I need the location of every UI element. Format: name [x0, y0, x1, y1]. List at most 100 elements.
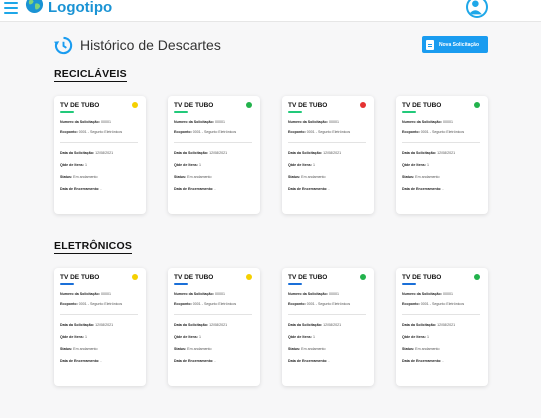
discard-card[interactable]: TV DE TUBO Numero da Solicitação: 00001 Ec… [396, 268, 488, 386]
field-value: - [441, 359, 444, 363]
field-label: Ecoponto: [288, 130, 306, 134]
field-label: Data de Encerramento: [174, 187, 214, 191]
history-icon [54, 36, 73, 54]
field-label: Data da Solicitação: [174, 323, 209, 327]
field-value: 00001 [327, 120, 339, 124]
card-title-underline [402, 283, 416, 285]
field-label: Data de Encerramento: [60, 187, 100, 191]
field-value: 00001 [213, 120, 225, 124]
field-close: Data de Encerramento: - [402, 359, 444, 363]
status-dot-icon [360, 274, 366, 280]
field-value: 0001 - Segunto Eletrônicos [191, 130, 237, 134]
discard-card[interactable]: TV DE TUBO Numero da Solicitação: 00001 Ec… [396, 96, 488, 214]
user-avatar-icon[interactable] [466, 0, 488, 18]
field-date: Data da Solicitação: 12/08/2021 [174, 323, 227, 327]
field-ecoponto: Ecoponto: 0001 - Segunto Eletrônicos [60, 130, 122, 134]
field-date: Data da Solicitação: 12/08/2021 [60, 323, 113, 327]
field-label: Data da Solicitação: [288, 151, 323, 155]
field-qty: Qtde de Itens: 1 [288, 335, 315, 339]
card-title: TV DE TUBO [174, 102, 214, 109]
discard-card[interactable]: TV DE TUBO Numero da Solicitação: 00001 Ec… [282, 96, 374, 214]
field-value: 1 [83, 163, 87, 167]
field-label: Status: [60, 175, 73, 179]
card-title-underline [402, 111, 416, 113]
card-title: TV DE TUBO [402, 274, 442, 281]
discard-card[interactable]: TV DE TUBO Numero da Solicitação: 00001 Ec… [168, 96, 260, 214]
field-label: Ecoponto: [174, 130, 192, 134]
field-status: Status: Em andamento [402, 347, 440, 351]
field-value: 1 [197, 163, 201, 167]
globe-icon [25, 0, 44, 14]
field-label: Ecoponto: [60, 130, 78, 134]
field-value: 00001 [213, 292, 225, 296]
page-title: Histórico de Descartes [80, 37, 221, 53]
field-close: Data de Encerramento: - [174, 187, 216, 191]
field-status: Status: Em andamento [60, 347, 98, 351]
field-value: 12/08/2021 [436, 151, 456, 155]
discard-card[interactable]: TV DE TUBO Numero da Solicitação: 00001 Ec… [282, 268, 374, 386]
field-label: Numero da Solicitação: [174, 120, 214, 124]
field-value: - [99, 187, 102, 191]
field-label: Data da Solicitação: [60, 323, 95, 327]
field-value: Em andamento [300, 175, 326, 179]
field-label: Data de Encerramento: [288, 359, 328, 363]
field-close: Data de Encerramento: - [288, 187, 330, 191]
logo-text: Logotipo [48, 0, 113, 16]
field-date: Data da Solicitação: 12/08/2021 [402, 151, 455, 155]
field-ecoponto: Ecoponto: 0001 - Segunto Eletrônicos [174, 130, 236, 134]
field-label: Numero da Solicitação: [402, 120, 442, 124]
field-label: Data de Encerramento: [402, 359, 442, 363]
field-label: Status: [174, 347, 187, 351]
hamburger-menu-icon[interactable] [4, 2, 18, 14]
field-close: Data de Encerramento: - [402, 187, 444, 191]
field-status: Status: Em andamento [288, 347, 326, 351]
top-bar: Logotipo [0, 0, 541, 22]
field-value: 1 [311, 335, 315, 339]
field-value: 0001 - Segunto Eletrônicos [77, 130, 123, 134]
field-value: 1 [311, 163, 315, 167]
status-dot-icon [132, 102, 138, 108]
field-label: Qtde de Itens: [402, 163, 426, 167]
field-value: 12/08/2021 [208, 323, 228, 327]
card-divider [174, 142, 252, 143]
field-value: 0001 - Segunto Eletrônicos [305, 302, 351, 306]
field-value: - [327, 359, 330, 363]
field-value: 0001 - Segunto Eletrônicos [191, 302, 237, 306]
field-status: Status: Em andamento [174, 175, 212, 179]
new-request-button[interactable]: Nova Solicitação [422, 36, 488, 53]
field-date: Data da Solicitação: 12/08/2021 [174, 151, 227, 155]
field-label: Qtde de Itens: [60, 335, 84, 339]
field-label: Ecoponto: [288, 302, 306, 306]
card-title-underline [60, 111, 74, 113]
status-dot-icon [474, 274, 480, 280]
discard-card[interactable]: TV DE TUBO Numero da Solicitação: 00001 Ec… [54, 268, 146, 386]
field-label: Ecoponto: [60, 302, 78, 306]
field-qty: Qtde de Itens: 1 [174, 163, 201, 167]
field-status: Status: Em andamento [402, 175, 440, 179]
field-label: Status: [288, 347, 301, 351]
card-title: TV DE TUBO [402, 102, 442, 109]
field-value: 12/08/2021 [322, 323, 342, 327]
discard-card[interactable]: TV DE TUBO Numero da Solicitação: 00001 Ec… [54, 96, 146, 214]
new-request-label: Nova Solicitação [439, 41, 480, 48]
field-ecoponto: Ecoponto: 0001 - Segunto Eletrônicos [288, 130, 350, 134]
field-value: 0001 - Segunto Eletrônicos [305, 130, 351, 134]
card-title-underline [288, 283, 302, 285]
field-label: Qtde de Itens: [402, 335, 426, 339]
field-status: Status: Em andamento [288, 175, 326, 179]
field-value: 1 [83, 335, 87, 339]
field-number: Numero da Solicitação: 00001 [288, 120, 339, 124]
field-qty: Qtde de Itens: 1 [402, 163, 429, 167]
field-qty: Qtde de Itens: 1 [60, 163, 87, 167]
field-value: 12/08/2021 [208, 151, 228, 155]
field-value: 00001 [99, 292, 111, 296]
field-date: Data da Solicitação: 12/08/2021 [402, 323, 455, 327]
page-header: Histórico de Descartes [54, 35, 221, 55]
status-dot-icon [132, 274, 138, 280]
discard-card[interactable]: TV DE TUBO Numero da Solicitação: 00001 Ec… [168, 268, 260, 386]
field-label: Qtde de Itens: [174, 335, 198, 339]
field-value: 0001 - Segunto Eletrônicos [419, 302, 465, 306]
field-label: Numero da Solicitação: [288, 120, 328, 124]
field-value: 00001 [99, 120, 111, 124]
field-label: Numero da Solicitação: [288, 292, 328, 296]
